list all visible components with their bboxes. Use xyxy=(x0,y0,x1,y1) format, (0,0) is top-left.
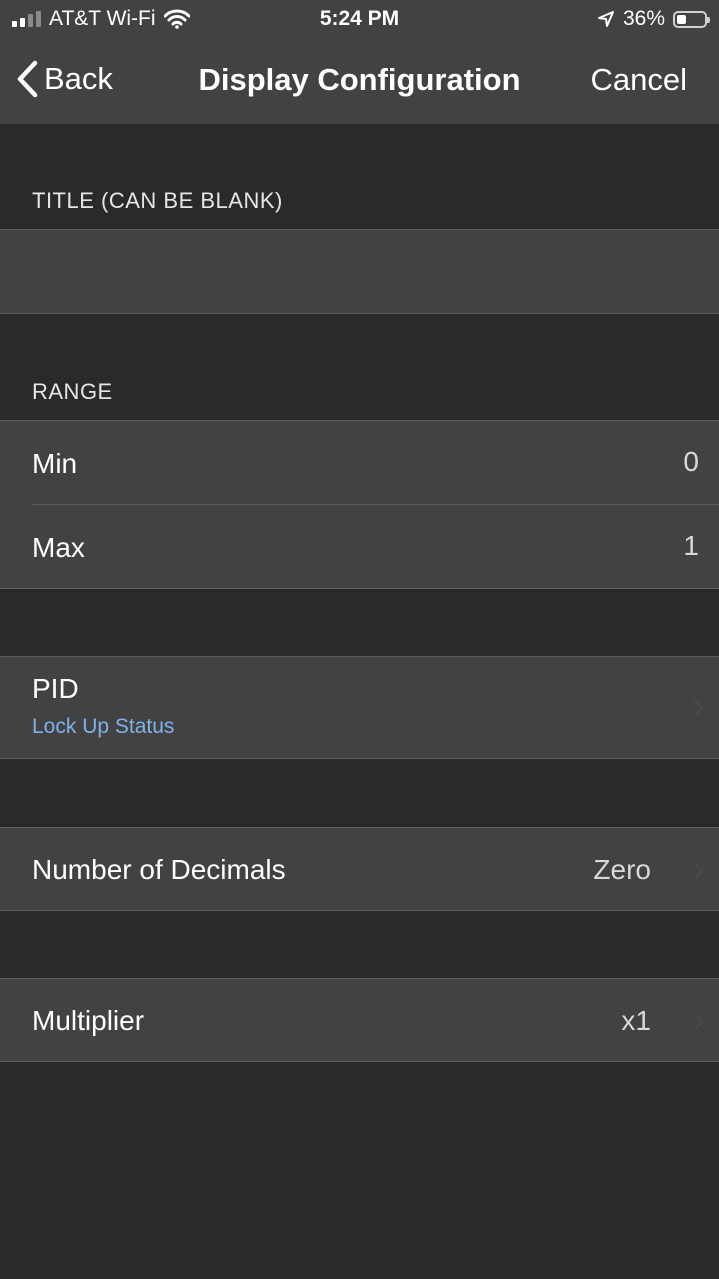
min-label: Min xyxy=(32,448,78,479)
range-group: Min 0 Max 1 xyxy=(0,420,719,589)
range-section-header: RANGE xyxy=(32,379,113,404)
pid-label: PID xyxy=(32,673,79,704)
top-bar: AT&T Wi-Fi 5:24 PM 36% Back Display Conf… xyxy=(0,0,719,124)
decimals-label: Number of Decimals xyxy=(32,854,286,885)
multiplier-value: x1 xyxy=(621,1005,651,1036)
multiplier-cell[interactable]: Multiplier x1 xyxy=(0,978,719,1062)
battery-percent: 36% xyxy=(622,7,665,30)
chevron-right-icon xyxy=(686,699,704,717)
decimals-value: Zero xyxy=(593,854,651,885)
divider xyxy=(32,504,719,505)
min-value-field[interactable]: 0 xyxy=(683,446,699,478)
location-arrow-icon xyxy=(597,11,614,27)
status-bar: AT&T Wi-Fi 5:24 PM 36% xyxy=(0,0,719,40)
cancel-button[interactable]: Cancel xyxy=(591,62,688,98)
multiplier-label: Multiplier xyxy=(32,1005,145,1036)
max-value-field[interactable]: 1 xyxy=(683,530,699,562)
chevron-right-icon xyxy=(686,1013,704,1031)
chevron-right-icon xyxy=(686,862,704,880)
pid-cell[interactable]: PID Lock Up Status xyxy=(0,656,719,759)
decimals-cell[interactable]: Number of Decimals Zero xyxy=(0,827,719,911)
pid-value: Lock Up Status xyxy=(32,715,175,738)
battery-icon xyxy=(673,10,710,28)
title-input-cell[interactable] xyxy=(0,229,719,314)
status-right: 36% xyxy=(597,7,710,31)
navigation-bar: Back Display Configuration Cancel xyxy=(0,40,719,124)
max-label: Max xyxy=(32,532,85,563)
title-section-header: TITLE (CAN BE BLANK) xyxy=(32,188,283,213)
